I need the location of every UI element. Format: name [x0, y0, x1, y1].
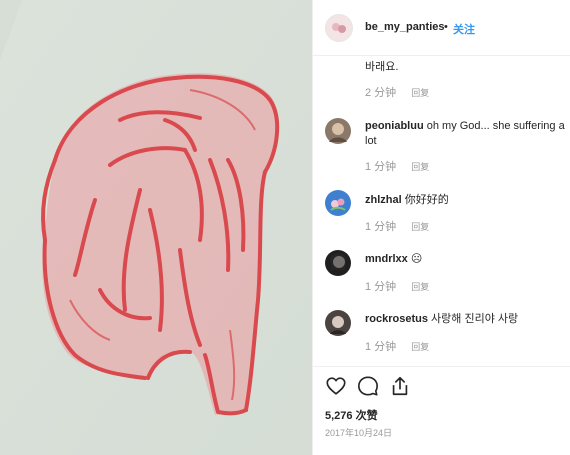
comment-time: 2 分钟 [365, 87, 397, 99]
share-icon[interactable] [389, 375, 411, 402]
header-separator: • [444, 21, 448, 33]
post-date: 2017年10月24日 [325, 428, 393, 438]
heart-icon[interactable] [325, 375, 347, 402]
post-panel: be_my_panties • 关注 바래요. 2 分钟 回复 peoniabl… [312, 0, 570, 455]
commenter-avatar[interactable] [325, 190, 351, 221]
commenter-avatar[interactable] [325, 310, 351, 341]
commenter-username[interactable]: rockrosetus [365, 313, 428, 325]
comment-text: mndrlxx ☹ [365, 252, 565, 267]
comment-time: 1 分钟 [365, 281, 397, 293]
comment-meta: 2 分钟 回复 [365, 84, 429, 100]
comment-time: 1 分钟 [365, 341, 397, 353]
follow-button[interactable]: 关注 [453, 21, 475, 37]
commenter-username[interactable]: zhlzhal [365, 194, 402, 206]
comment-text: 바래요. [365, 61, 399, 73]
comment-time: 1 分钟 [365, 221, 397, 233]
author-username[interactable]: be_my_panties [365, 21, 444, 33]
comment-meta: 1 分钟 回复 [365, 338, 429, 354]
post-header: be_my_panties • 关注 [313, 0, 570, 56]
commenter-username[interactable]: peoniabluu [365, 120, 424, 132]
commenter-avatar[interactable] [325, 250, 351, 281]
post-photo[interactable] [0, 0, 312, 455]
comment-bubble-icon[interactable] [357, 375, 379, 402]
comment-list[interactable]: 바래요. 2 分钟 回复 peoniabluu oh my God... she… [313, 56, 570, 366]
post-footer: 5,276 次赞 2017年10月24日 [313, 366, 570, 455]
comment-time: 1 分钟 [365, 161, 397, 173]
comment-body: 你好好的 [404, 194, 449, 206]
red-figure-drawing [0, 0, 312, 455]
reply-button[interactable]: 回复 [411, 342, 429, 352]
reply-button[interactable]: 回复 [411, 222, 429, 232]
reply-button[interactable]: 回复 [411, 162, 429, 172]
comment-meta: 1 分钟 回复 [365, 278, 429, 294]
comment-text: peoniabluu oh my God... she suffering a … [365, 119, 565, 149]
likes-count[interactable]: 5,276 次赞 [325, 407, 378, 423]
comment-body: 사랑해 진리야 사랑 [431, 313, 519, 325]
author-avatar[interactable] [325, 14, 353, 47]
comment-body: ☹ [410, 253, 423, 265]
comment-text: rockrosetus 사랑해 진리야 사랑 [365, 312, 569, 327]
commenter-username[interactable]: mndrlxx [365, 253, 408, 265]
reply-button[interactable]: 回复 [411, 88, 429, 98]
comment-text: zhlzhal 你好好的 [365, 193, 565, 208]
reply-button[interactable]: 回复 [411, 282, 429, 292]
comment-meta: 1 分钟 回复 [365, 158, 429, 174]
comment-meta: 1 分钟 回复 [365, 218, 429, 234]
commenter-avatar[interactable] [325, 118, 351, 149]
